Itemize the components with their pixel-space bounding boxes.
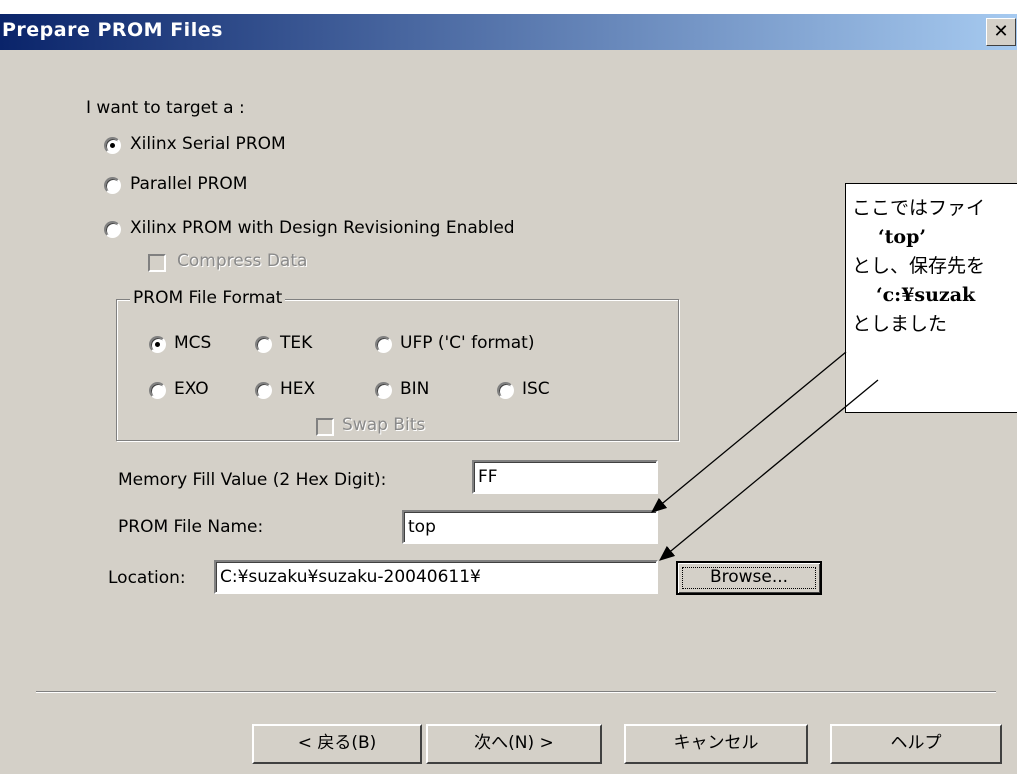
swap-bits-label: Swap Bits <box>342 415 426 435</box>
browse-button[interactable]: Browse... <box>676 561 822 595</box>
callout-line-1: ここではファイ <box>852 197 986 219</box>
target-label: I want to target a : <box>86 98 245 118</box>
browse-focus-ring <box>682 567 816 589</box>
swap-bits-checkbox <box>316 418 334 436</box>
help-button[interactable]: ヘルプ <box>830 724 1002 764</box>
radio-format-isc[interactable] <box>497 382 514 399</box>
radio-xilinx-serial-prom[interactable] <box>104 137 121 154</box>
back-button[interactable]: < 戻る(B) <box>252 724 422 764</box>
callout-line-4: ‘c:¥suzak <box>876 284 976 306</box>
prom-file-name-label: PROM File Name: <box>118 517 264 537</box>
radio-label-ufp[interactable]: UFP ('C' format) <box>400 333 534 353</box>
radio-label-design-revisioning[interactable]: Xilinx PROM with Design Revisioning Enab… <box>130 218 515 238</box>
radio-parallel-prom[interactable] <box>104 177 121 194</box>
callout-line-3: とし、保存先を <box>852 255 986 277</box>
top-strip <box>0 0 1017 14</box>
prom-file-format-legend: PROM File Format <box>130 288 286 308</box>
memory-fill-label: Memory Fill Value (2 Hex Digit): <box>118 470 387 490</box>
annotation-callout: ここではファイ ‘top’ とし、保存先を ‘c:¥suzak としました <box>845 183 1017 413</box>
prom-file-name-input[interactable]: top <box>402 510 658 544</box>
radio-label-bin[interactable]: BIN <box>400 379 429 399</box>
radio-format-tek[interactable] <box>255 336 272 353</box>
location-label: Location: <box>108 568 186 588</box>
radio-label-parallel-prom[interactable]: Parallel PROM <box>130 174 247 194</box>
radio-format-ufp[interactable] <box>375 336 392 353</box>
radio-label-xilinx-serial-prom[interactable]: Xilinx Serial PROM <box>130 134 286 154</box>
radio-label-mcs[interactable]: MCS <box>174 333 211 353</box>
close-button[interactable]: ✕ <box>986 18 1016 46</box>
memory-fill-input[interactable]: FF <box>472 460 658 494</box>
cancel-button[interactable]: キャンセル <box>624 724 808 764</box>
compress-data-label: Compress Data <box>177 251 308 271</box>
radio-label-isc[interactable]: ISC <box>522 379 550 399</box>
radio-format-exo[interactable] <box>149 382 166 399</box>
radio-label-tek[interactable]: TEK <box>280 333 312 353</box>
next-button[interactable]: 次へ(N) > <box>426 724 602 764</box>
radio-label-exo[interactable]: EXO <box>174 379 209 399</box>
callout-line-2: ‘top’ <box>878 226 926 248</box>
callout-line-5: としました <box>852 313 948 335</box>
radio-format-bin[interactable] <box>375 382 392 399</box>
title-bar: Prepare PROM Files ✕ <box>0 14 1017 50</box>
radio-label-hex[interactable]: HEX <box>280 379 315 399</box>
location-input[interactable]: C:¥suzaku¥suzaku-20040611¥ <box>214 560 658 594</box>
radio-format-hex[interactable] <box>255 382 272 399</box>
compress-data-checkbox <box>148 254 166 272</box>
radio-format-mcs[interactable] <box>149 336 166 353</box>
footer-separator <box>36 691 996 693</box>
radio-design-revisioning[interactable] <box>104 221 121 238</box>
window-title: Prepare PROM Files <box>2 19 223 41</box>
arrow-to-file-name <box>650 351 847 513</box>
